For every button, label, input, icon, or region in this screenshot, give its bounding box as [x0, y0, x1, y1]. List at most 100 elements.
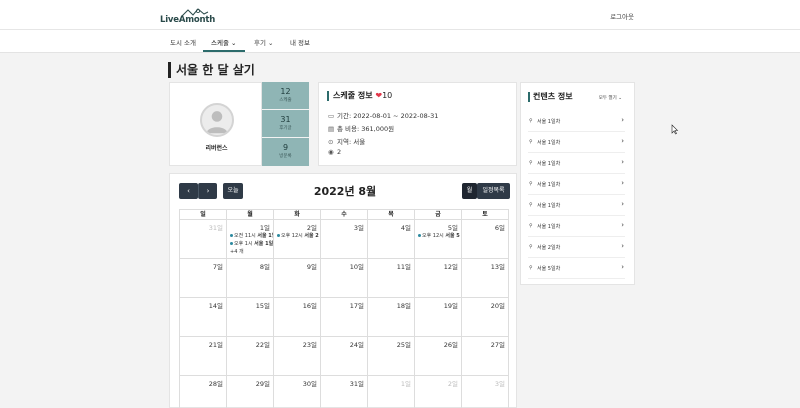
calendar-day-cell[interactable]: 26일 [415, 337, 462, 376]
stat-value: 12 [280, 87, 291, 96]
calendar-day-cell[interactable]: 14일 [180, 298, 227, 337]
calendar-day-number: 5일 [447, 224, 458, 232]
calendar-day-cell[interactable]: 5일 오후 12시 서울 5 [415, 220, 462, 259]
calendar-day-cell[interactable]: 8일 [227, 259, 274, 298]
calendar-day-cell[interactable]: 6일 [462, 220, 509, 259]
calendar-day-cell[interactable]: 25일 [368, 337, 415, 376]
calendar-day-cell[interactable]: 12일 [415, 259, 462, 298]
calendar-day-number: 11일 [396, 263, 411, 271]
calendar-day-cell[interactable]: 27일 [462, 337, 509, 376]
nav-item-city-intro[interactable]: 도시 소개 [170, 37, 196, 47]
today-button[interactable]: 오늘 [223, 183, 243, 199]
avatar[interactable] [200, 103, 234, 137]
nav-item-schedule[interactable]: 스케줄 ⌄ [211, 37, 236, 47]
calendar-day-number: 1일 [400, 380, 411, 388]
content-list-item[interactable]: ⚲ 서울 1일차 › [528, 111, 625, 132]
schedule-views-text: 2 [337, 148, 342, 156]
content-list-item[interactable]: ⚲ 서울 2일차 › [528, 237, 625, 258]
calendar-day-cell[interactable]: 23일 [274, 337, 321, 376]
stat-guestbook[interactable]: 9 방문록 [262, 138, 309, 166]
content-item-label: 서울 1일차 [537, 224, 561, 230]
calendar-day-cell[interactable]: 24일 [321, 337, 368, 376]
calendar-event[interactable]: 오전 11시 서울 1일 [230, 232, 273, 239]
more-events-link[interactable]: +4 개 [230, 248, 244, 255]
calendar-day-number: 17일 [349, 302, 364, 310]
stat-schedule[interactable]: 12 스케줄 [262, 82, 309, 109]
location-pin-icon: ⊙ [328, 138, 334, 146]
content-list-item[interactable]: ⚲ 서울 1일차 › [528, 132, 625, 153]
nav-label: 내 정보 [290, 39, 311, 47]
content-list-item[interactable]: ⚲ 서울 1일차 › [528, 216, 625, 237]
calendar-event[interactable]: 오후 1시 서울 1일 [230, 240, 273, 247]
calendar-day-cell[interactable]: 15일 [227, 298, 274, 337]
schedule-period-text: 기간: 2022-08-01 ~ 2022-08-31 [337, 112, 439, 120]
chevron-right-icon: › [621, 221, 624, 229]
calendar-day-number: 3일 [494, 380, 505, 388]
event-dot-icon [230, 234, 233, 237]
calendar-day-number: 18일 [396, 302, 411, 310]
calendar-day-cell[interactable]: 31일 [321, 376, 368, 408]
calendar-day-cell[interactable]: 2일 오후 12시 서울 2 [274, 220, 321, 259]
next-month-button[interactable]: › [198, 183, 217, 199]
schedule-info-title: 스케줄 정보 ❤10 [327, 91, 392, 101]
calendar-day-cell[interactable]: 3일 [462, 376, 509, 408]
nav-item-my-info[interactable]: 내 정보 [290, 37, 310, 47]
calendar-day-number: 23일 [302, 341, 317, 349]
nav-item-review[interactable]: 후기 ⌄ [254, 37, 274, 47]
calendar-day-cell[interactable]: 18일 [368, 298, 415, 337]
content-list-item[interactable]: ⚲ 서울 1일차 › [528, 153, 625, 174]
stat-label: 스케줄 [279, 98, 292, 103]
content-item-label: 서울 1일차 [537, 119, 561, 125]
calendar-day-cell[interactable]: 28일 [180, 376, 227, 408]
calendar-day-cell[interactable]: 10일 [321, 259, 368, 298]
calendar-day-cell[interactable]: 13일 [462, 259, 509, 298]
calendar-week-row: 7일 8일 9일 10일 11일 12일 13일 [180, 259, 509, 298]
calendar-body: 31일1일오전 11시 서울 1일오후 1시 서울 1일+4 개2일오후 12시… [180, 220, 509, 408]
calendar-day-cell[interactable]: 31일 [180, 220, 227, 259]
calendar-day-cell[interactable]: 21일 [180, 337, 227, 376]
event-time: 오후 1시 [234, 241, 253, 247]
page-title: 서울 한 달 살기 [168, 62, 255, 78]
logout-link[interactable]: 로그아웃 [610, 11, 634, 21]
weekday-label: 금 [415, 210, 462, 220]
chevron-right-icon: › [621, 263, 624, 271]
calendar-day-cell[interactable]: 4일 [368, 220, 415, 259]
month-view-button[interactable]: 월 [462, 183, 477, 199]
calendar-day-number: 30일 [302, 380, 317, 388]
calendar-event[interactable]: 오후 12시 서울 5 [418, 232, 460, 239]
weekday-label: 토 [462, 210, 509, 220]
calendar-day-cell[interactable]: 30일 [274, 376, 321, 408]
logo[interactable]: LiveAmonth [160, 8, 216, 26]
calendar-weekday-header: 일 월 화 수 목 금 토 [180, 210, 509, 220]
event-time: 오전 11시 [234, 233, 256, 239]
calendar-day-cell[interactable]: 9일 [274, 259, 321, 298]
calendar-day-cell[interactable]: 22일 [227, 337, 274, 376]
content-list-item[interactable]: ⚲ 서울 1일차 › [528, 174, 625, 195]
content-list-item[interactable]: ⚲ 서울 5일차 › [528, 258, 625, 279]
chevron-left-icon: ‹ [187, 187, 190, 195]
calendar-event[interactable]: 오후 12시 서울 2 [277, 232, 319, 239]
calendar-day-cell[interactable]: 19일 [415, 298, 462, 337]
calendar-day-number: 3일 [353, 224, 364, 232]
prev-month-button[interactable]: ‹ [179, 183, 198, 199]
stat-review[interactable]: 31 후기글 [262, 110, 309, 137]
content-item-label: 서울 2일차 [537, 245, 561, 251]
calendar-day-cell[interactable]: 29일 [227, 376, 274, 408]
calendar-day-cell[interactable]: 16일 [274, 298, 321, 337]
calendar-day-cell[interactable]: 7일 [180, 259, 227, 298]
calendar-day-cell[interactable]: 17일 [321, 298, 368, 337]
calendar-day-cell[interactable]: 3일 [321, 220, 368, 259]
view-all-button[interactable]: 모두 열기 ⌄ [599, 95, 622, 101]
calendar-day-cell[interactable]: 1일 [368, 376, 415, 408]
event-dot-icon [418, 234, 421, 237]
calendar-day-cell[interactable]: 20일 [462, 298, 509, 337]
list-view-button[interactable]: 일정목록 [477, 183, 510, 199]
calendar-day-number: 15일 [255, 302, 270, 310]
schedule-cost-text: 총 비용: 361,000원 [337, 125, 395, 133]
calendar-day-cell[interactable]: 2일 [415, 376, 462, 408]
calendar-day-cell[interactable]: 1일오전 11시 서울 1일오후 1시 서울 1일+4 개 [227, 220, 274, 259]
paperclip-icon: ⚲ [529, 181, 533, 187]
weekday-label: 일 [180, 210, 227, 220]
calendar-day-cell[interactable]: 11일 [368, 259, 415, 298]
content-list-item[interactable]: ⚲ 서울 1일차 › [528, 195, 625, 216]
